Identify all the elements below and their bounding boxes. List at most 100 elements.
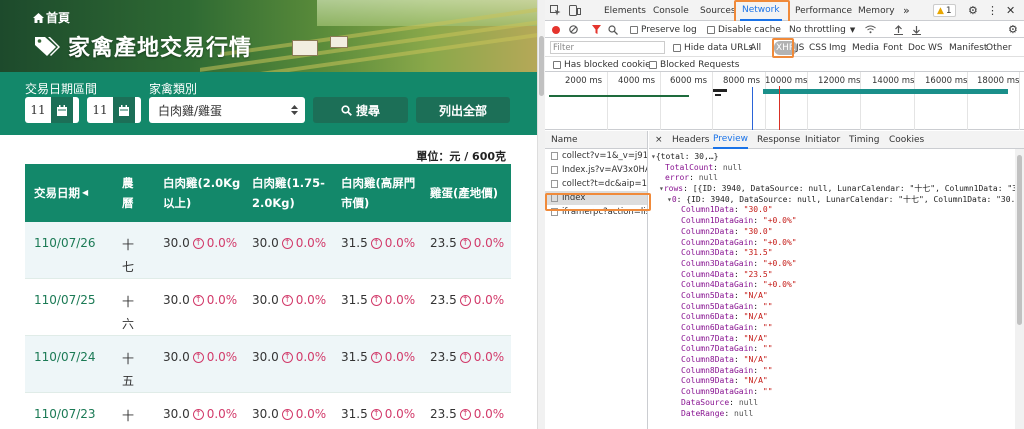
network-timeline-overview[interactable]: 2000 ms 4000 ms 6000 ms 8000 ms 10000 ms 1200… <box>545 72 1024 130</box>
more-tabs-button[interactable]: » <box>903 0 910 21</box>
panel-tab-cookies[interactable]: Cookies <box>889 131 924 149</box>
filter-type-css[interactable]: CSS <box>809 39 827 56</box>
tab-performance[interactable]: Performance <box>795 0 852 21</box>
request-row[interactable]: iframerpc?action=lis... <box>545 205 647 219</box>
list-all-button-label[interactable]: 列出全部 <box>439 102 487 119</box>
filter-type-xhr[interactable]: XHR <box>774 41 798 55</box>
page-scrollbar-thumb[interactable] <box>539 36 544 96</box>
start-date-value[interactable]: 11 <box>25 97 51 123</box>
end-date-value[interactable]: 11 <box>87 97 113 123</box>
filter-type-manifest[interactable]: Manifest <box>949 39 987 56</box>
filter-input[interactable]: Filter <box>550 41 665 54</box>
sort-arrow-icon[interactable]: ◀ <box>82 183 88 203</box>
tab-sources[interactable]: Sources <box>700 0 736 21</box>
price-value: 30.0 <box>163 236 190 250</box>
filter-type-img[interactable]: Img <box>829 39 846 56</box>
json-value: "+0.0%" <box>762 216 797 226</box>
wifi-conditions-icon[interactable] <box>865 21 876 38</box>
tab-network[interactable]: Network <box>740 0 782 21</box>
close-devtools-icon[interactable]: ✕ <box>1006 0 1015 21</box>
filter-funnel-icon[interactable] <box>592 21 601 38</box>
panel-tab-preview[interactable]: Preview <box>713 131 749 149</box>
hide-data-urls-checkbox[interactable]: Hide data URLs <box>673 39 753 56</box>
blocked-cookies-label[interactable]: Has blocked cookies <box>564 60 655 70</box>
date-column-header-label[interactable]: 交易日期 <box>34 183 80 203</box>
disable-cache-checkbox[interactable]: Disable cache <box>707 21 781 38</box>
search-icon <box>341 104 352 116</box>
list-all-button[interactable]: 列出全部 <box>416 97 510 123</box>
json-root[interactable]: {total: 30,…} <box>656 152 719 161</box>
date-column-header[interactable]: 交易日期 ◀ <box>34 164 88 222</box>
close-panel-icon[interactable]: × <box>655 131 663 149</box>
arrow-up-circle-icon: ↑ <box>370 237 382 249</box>
request-row[interactable]: collect?t=dc&aip=1... <box>545 177 647 191</box>
request-row[interactable]: Index <box>545 191 647 205</box>
filter-type-font[interactable]: Font <box>883 39 903 56</box>
network-settings-gear-icon[interactable]: ⚙ <box>1008 21 1018 38</box>
tab-console[interactable]: Console <box>653 0 689 21</box>
clear-icon[interactable] <box>569 21 578 38</box>
filter-type-other[interactable]: Other <box>986 39 1012 56</box>
price-value: 31.5 <box>341 293 368 307</box>
request-row[interactable]: collect?v=1&_v=j91... <box>545 149 647 163</box>
category-selected-value[interactable]: 白肉雞/雞蛋 <box>158 102 222 119</box>
filter-type-ws[interactable]: WS <box>928 39 943 56</box>
breadcrumb-home-label[interactable]: 首頁 <box>46 9 70 26</box>
preserve-log-label[interactable]: Preserve log <box>641 25 697 35</box>
search-button[interactable]: 搜尋 <box>313 97 408 123</box>
end-date-picker-button[interactable] <box>113 97 135 123</box>
blocked-requests-checkbox[interactable]: Blocked Requests <box>649 56 739 73</box>
panel-tab-headers[interactable]: Headers <box>672 131 709 149</box>
json-value: "N/A" <box>743 290 768 300</box>
disable-cache-label[interactable]: Disable cache <box>718 25 781 35</box>
inspect-element-icon[interactable] <box>550 0 561 21</box>
json-key: Column5DataGain <box>681 301 754 311</box>
panel-tab-response[interactable]: Response <box>757 131 800 149</box>
preview-scrollbar[interactable] <box>1015 149 1024 429</box>
filter-type-media[interactable]: Media <box>852 39 879 56</box>
hide-data-urls-label[interactable]: Hide data URLs <box>684 43 753 53</box>
import-har-icon[interactable] <box>894 21 903 38</box>
tab-elements[interactable]: Elements <box>604 0 646 21</box>
search-icon[interactable] <box>608 21 618 38</box>
request-name[interactable]: collect?t=dc&aip=1... <box>562 179 647 189</box>
filter-type-js[interactable]: JS <box>796 39 804 56</box>
preserve-log-checkbox[interactable]: Preserve log <box>630 21 697 38</box>
throttling-select[interactable]: No throttling ▼ <box>789 21 855 38</box>
request-name[interactable]: Index <box>562 193 585 203</box>
panel-tab-timing[interactable]: Timing <box>849 131 879 149</box>
timeline-tick-label: 10000 ms <box>765 76 808 86</box>
preview-scrollbar-thumb[interactable] <box>1017 155 1022 325</box>
start-date-picker-button[interactable] <box>51 97 73 123</box>
filter-type-doc[interactable]: Doc <box>908 39 925 56</box>
timeline-tick-label: 12000 ms <box>818 76 861 86</box>
end-date-field[interactable]: 11 <box>87 97 141 123</box>
panel-tab-initiator[interactable]: Initiator <box>805 131 840 149</box>
warnings-badge[interactable]: ▲ 1 <box>933 0 956 21</box>
record-button-icon[interactable] <box>552 21 560 38</box>
kebab-menu-icon[interactable]: ⋮ <box>987 0 998 21</box>
price-value: 30.0 <box>252 350 279 364</box>
name-column-header[interactable]: Name <box>545 131 648 149</box>
preview-pane[interactable]: ▾{total: 30,…} TotalCount: null error: nul… <box>649 149 1015 429</box>
request-name[interactable]: iframerpc?action=lis... <box>562 207 647 217</box>
tags-icon <box>35 37 60 56</box>
category-select[interactable]: 白肉雞/雞蛋 <box>149 97 305 123</box>
tab-memory[interactable]: Memory <box>858 0 895 21</box>
request-file-icon <box>551 166 558 174</box>
page-scrollbar[interactable] <box>537 0 545 429</box>
breadcrumb[interactable]: 首頁 <box>33 9 70 26</box>
request-name[interactable]: collect?v=1&_v=j91... <box>562 151 647 161</box>
throttling-value[interactable]: No throttling <box>789 25 846 35</box>
start-date-field[interactable]: 11 <box>25 97 79 123</box>
blocked-requests-label[interactable]: Blocked Requests <box>660 60 739 70</box>
blocked-cookies-checkbox[interactable]: Has blocked cookies <box>553 56 655 73</box>
row-lunar-date: 十 <box>122 409 135 423</box>
search-button-label[interactable]: 搜尋 <box>356 102 380 119</box>
device-toolbar-icon[interactable] <box>569 0 581 21</box>
request-name[interactable]: Index.js?v=AV3x0HA... <box>562 165 647 175</box>
filter-type-all[interactable]: All <box>750 39 761 56</box>
export-har-icon[interactable] <box>912 21 921 38</box>
request-row[interactable]: Index.js?v=AV3x0HA... <box>545 163 647 177</box>
settings-gear-icon[interactable]: ⚙ <box>968 0 978 21</box>
